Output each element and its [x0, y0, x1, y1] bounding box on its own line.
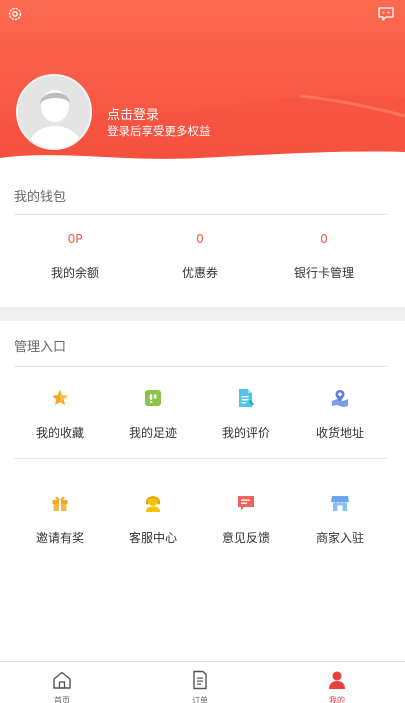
grid-item-label: 我的评价: [221, 426, 270, 440]
coupons-value: 0: [196, 232, 204, 246]
grid-item-label: 我的收藏: [35, 426, 84, 440]
grid-item-footprints[interactable]: 我的足迹: [105, 388, 201, 441]
wallet-section-title: 我的钱包: [14, 190, 67, 205]
grid-item-merchant-onboarding[interactable]: 商家入驻: [292, 493, 388, 546]
tab-orders[interactable]: 订单: [170, 670, 230, 703]
wallet-item-balance[interactable]: 0P 我的余额: [20, 232, 130, 281]
divider: [14, 366, 387, 367]
grid-item-label: 邀请有奖: [35, 531, 84, 545]
bank-cards-label: 银行卡管理: [293, 266, 354, 280]
grid-item-label: 商家入驻: [315, 531, 364, 545]
grid-item-customer-service[interactable]: 客服中心: [105, 493, 201, 546]
login-benefit-text: 登录后享受更多权益: [107, 124, 211, 138]
wallet-item-bank-cards[interactable]: 0 银行卡管理: [269, 232, 379, 281]
grid-item-favorites[interactable]: 我的收藏: [12, 388, 108, 441]
login-link[interactable]: 点击登录: [107, 104, 159, 123]
order-doc-icon: [193, 670, 207, 690]
gift-icon: [52, 496, 68, 511]
coupons-label: 优惠券: [181, 266, 218, 280]
section-separator: [0, 307, 405, 321]
store-icon: [331, 496, 349, 511]
tab-label: 首页: [54, 696, 70, 703]
divider: [14, 458, 387, 459]
tab-label: 订单: [192, 696, 208, 703]
management-section-title: 管理入口: [14, 340, 67, 355]
location-map-icon: [332, 390, 348, 407]
grid-item-label: 意见反馈: [221, 531, 270, 545]
home-icon: [53, 671, 71, 689]
feedback-icon: [238, 496, 254, 511]
divider: [14, 214, 387, 215]
profile-icon: [329, 671, 345, 689]
grid-item-feedback[interactable]: 意见反馈: [198, 493, 294, 546]
tab-label: 我的: [329, 696, 345, 703]
balance-label: 我的余额: [50, 266, 99, 280]
tab-home[interactable]: 首页: [32, 670, 92, 703]
grid-item-label: 收货地址: [315, 426, 364, 440]
avatar[interactable]: [16, 74, 92, 150]
balance-value: 0P: [67, 232, 83, 246]
bottom-tab-bar: 首页 订单 我的: [0, 661, 405, 703]
grid-item-label: 我的足迹: [128, 426, 177, 440]
bank-cards-value: 0: [320, 232, 328, 246]
tab-profile[interactable]: 我的: [307, 670, 367, 703]
profile-header: 点击登录 登录后享受更多权益: [0, 0, 405, 172]
grid-item-invite-rewards[interactable]: 邀请有奖: [12, 493, 108, 546]
grid-item-reviews[interactable]: 我的评价: [198, 388, 294, 441]
grid-item-label: 客服中心: [128, 531, 177, 545]
message-icon[interactable]: [375, 3, 397, 25]
footprint-icon: [145, 390, 161, 406]
settings-gear-icon[interactable]: [4, 3, 26, 25]
grid-item-shipping-address[interactable]: 收货地址: [292, 388, 388, 441]
wallet-item-coupons[interactable]: 0 优惠券: [145, 232, 255, 281]
customer-service-icon: [146, 496, 160, 512]
review-doc-icon: [239, 389, 254, 407]
star-icon: [52, 390, 68, 405]
